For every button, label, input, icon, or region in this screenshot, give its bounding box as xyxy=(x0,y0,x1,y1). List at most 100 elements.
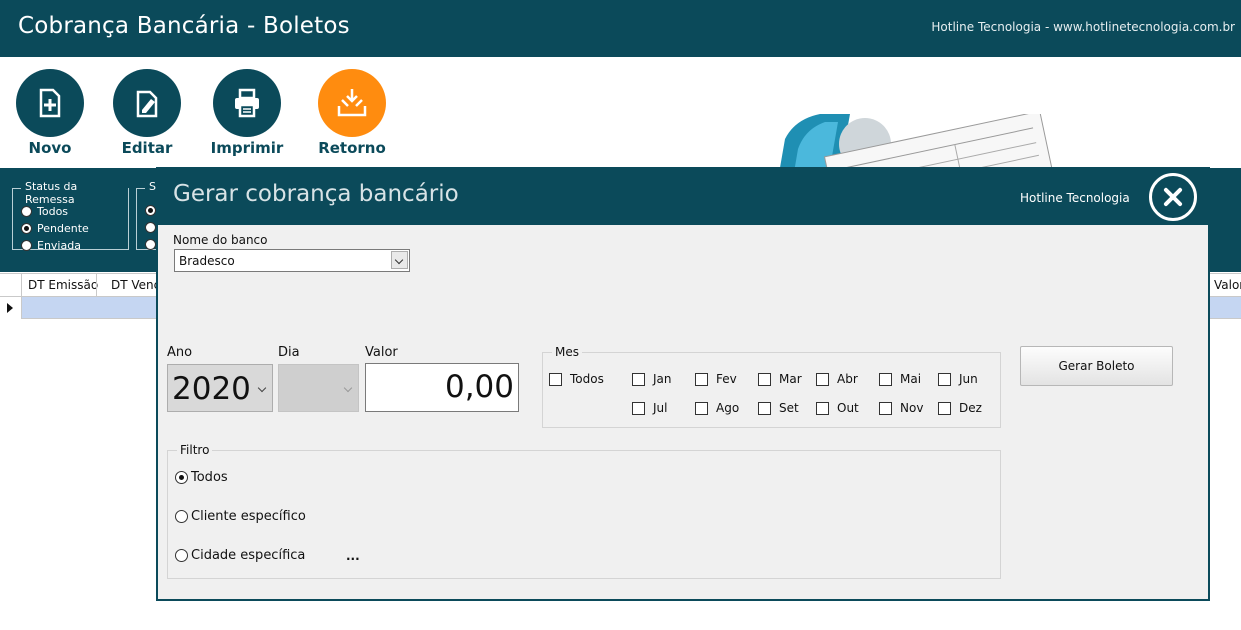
status-option-label: Pendente xyxy=(37,222,89,235)
filtro-option-todos[interactable]: Todos xyxy=(175,470,228,485)
app-credit: Hotline Tecnologia - www.hotlinetecnolog… xyxy=(931,20,1235,34)
mes-ago-checkbox[interactable]: Ago xyxy=(695,401,739,415)
status-option-todos[interactable]: Todos xyxy=(21,205,68,218)
radio-icon xyxy=(21,240,32,251)
checkbox-label: Mar xyxy=(779,372,802,386)
edit-button-label: Editar xyxy=(121,139,173,157)
dialog-credit: Hotline Tecnologia xyxy=(1020,191,1130,205)
new-button[interactable]: Novo xyxy=(5,69,95,157)
checkbox-label: Nov xyxy=(900,401,924,415)
valor-input[interactable]: 0,00 xyxy=(365,363,519,412)
cidade-ellipsis-button[interactable]: ... xyxy=(346,549,360,563)
status-option-label: Todos xyxy=(37,205,69,218)
radio-icon xyxy=(21,206,32,217)
checkbox-label: Fev xyxy=(716,372,737,386)
banco-value: Bradesco xyxy=(179,254,235,268)
mes-abr-checkbox[interactable]: Abr xyxy=(816,372,858,386)
dia-label: Dia xyxy=(278,345,300,360)
chevron-down-icon[interactable] xyxy=(391,251,408,269)
checkbox-label: Ago xyxy=(716,401,740,415)
checkbox-label: Jan xyxy=(653,372,672,386)
banco-select[interactable]: Bradesco xyxy=(174,249,410,272)
ano-label: Ano xyxy=(167,345,193,360)
mes-jul-checkbox[interactable]: Jul xyxy=(632,401,667,415)
mes-mai-checkbox[interactable]: Mai xyxy=(879,372,921,386)
status-option-pendente[interactable]: Pendente xyxy=(21,222,89,235)
edit-button[interactable]: Editar xyxy=(102,69,192,157)
valor-value: 0,00 xyxy=(444,369,514,405)
radio-label: Cliente específico xyxy=(191,509,306,524)
filtro-option-cliente[interactable]: Cliente específico xyxy=(175,509,306,524)
checkbox-icon xyxy=(549,372,562,386)
checkbox-label: Abr xyxy=(837,372,858,386)
column-valor[interactable]: Valor xyxy=(1214,278,1241,292)
mes-jun-checkbox[interactable]: Jun xyxy=(938,372,978,386)
checkbox-icon xyxy=(816,401,829,415)
banco-label: Nome do banco xyxy=(173,233,268,247)
mes-out-checkbox[interactable]: Out xyxy=(816,401,859,415)
gerar-cobranca-dialog: Gerar cobrança bancário Hotline Tecnolog… xyxy=(156,167,1210,601)
row-indicator-icon xyxy=(0,297,22,319)
printer-icon xyxy=(213,69,281,137)
checkbox-label: Todos xyxy=(570,372,604,386)
mes-group: Mes Todos Jan Fev Mar Abr Mai Jun Jul Ag… xyxy=(542,345,1001,428)
status-option-label: Enviada xyxy=(37,239,81,252)
radio-icon xyxy=(145,222,156,233)
new-document-icon xyxy=(16,69,84,137)
radio-selected-icon xyxy=(175,471,188,484)
radio-selected-icon xyxy=(145,205,156,216)
checkbox-label: Mai xyxy=(900,372,922,386)
checkbox-icon xyxy=(695,372,708,386)
checkbox-icon xyxy=(632,401,645,415)
checkbox-label: Dez xyxy=(959,401,982,415)
close-icon[interactable] xyxy=(1149,173,1197,221)
status-remessa-group: Status da Remessa Todos Pendente Enviada xyxy=(12,180,129,252)
status-remessa-title: Status da Remessa xyxy=(21,180,128,206)
radio-icon xyxy=(175,549,188,562)
gerar-boleto-button[interactable]: Gerar Boleto xyxy=(1020,346,1173,386)
app-titlebar: Cobrança Bancária - Boletos Hotline Tecn… xyxy=(0,0,1241,57)
checkbox-icon xyxy=(938,372,951,386)
download-tray-icon xyxy=(318,69,386,137)
edit-document-icon xyxy=(113,69,181,137)
column-dt-emissao[interactable]: DT Emissão xyxy=(28,278,98,292)
valor-label: Valor xyxy=(365,345,398,360)
checkbox-label: Jul xyxy=(653,401,668,415)
ano-select[interactable]: 2020 xyxy=(167,364,273,412)
checkbox-icon xyxy=(758,401,771,415)
checkbox-icon xyxy=(695,401,708,415)
filtro-group: Filtro Todos Cliente específico Cidade e… xyxy=(167,443,1001,579)
checkbox-label: Jun xyxy=(959,372,978,386)
checkbox-icon xyxy=(816,372,829,386)
new-button-label: Novo xyxy=(28,139,72,157)
return-button-label: Retorno xyxy=(318,139,386,157)
chevron-down-icon[interactable] xyxy=(257,383,267,393)
radio-icon xyxy=(145,239,156,250)
mes-fev-checkbox[interactable]: Fev xyxy=(695,372,737,386)
filtro-option-cidade[interactable]: Cidade específica xyxy=(175,548,305,563)
radio-label: Todos xyxy=(191,470,228,485)
dialog-header: Gerar cobrança bancário Hotline Tecnolog… xyxy=(158,169,1208,225)
checkbox-icon xyxy=(879,372,892,386)
column-dt-venc[interactable]: DT Venc xyxy=(111,278,160,292)
status-option-enviada[interactable]: Enviada xyxy=(21,239,81,252)
checkbox-icon xyxy=(758,372,771,386)
mes-jan-checkbox[interactable]: Jan xyxy=(632,372,672,386)
checkbox-label: Set xyxy=(779,401,799,415)
return-button[interactable]: Retorno xyxy=(307,69,397,157)
print-button[interactable]: Imprimir xyxy=(202,69,292,157)
mes-mar-checkbox[interactable]: Mar xyxy=(758,372,802,386)
radio-icon xyxy=(175,510,188,523)
checkbox-icon xyxy=(879,401,892,415)
mes-set-checkbox[interactable]: Set xyxy=(758,401,799,415)
dia-select[interactable] xyxy=(278,364,359,412)
mes-title: Mes xyxy=(552,345,582,359)
filtro-title: Filtro xyxy=(177,443,213,457)
mes-todos-checkbox[interactable]: Todos xyxy=(549,372,604,386)
radio-label: Cidade específica xyxy=(191,548,306,563)
checkbox-label: Out xyxy=(837,401,859,415)
toolbar: Novo Editar Imprimir Retorno xyxy=(0,57,1241,225)
chevron-down-icon xyxy=(343,383,353,393)
mes-dez-checkbox[interactable]: Dez xyxy=(938,401,982,415)
mes-nov-checkbox[interactable]: Nov xyxy=(879,401,923,415)
